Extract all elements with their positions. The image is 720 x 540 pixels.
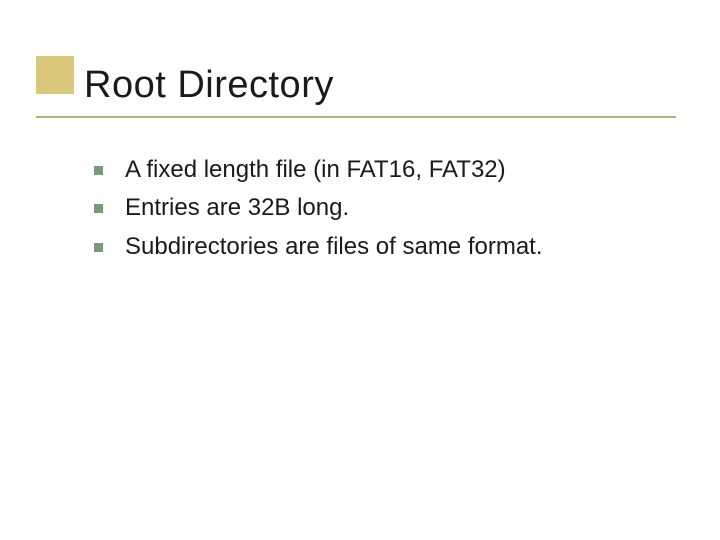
title-underline: [36, 116, 676, 118]
title-bar: Root Directory: [36, 70, 676, 120]
bullet-text: Entries are 32B long.: [125, 192, 349, 224]
square-bullet-icon: [94, 204, 103, 213]
bullet-text: A fixed length file (in FAT16, FAT32): [125, 154, 506, 186]
slide: Root Directory A fixed length file (in F…: [0, 0, 720, 540]
square-bullet-icon: [94, 243, 103, 252]
list-item: Subdirectories are files of same format.: [94, 231, 674, 263]
bullet-text: Subdirectories are files of same format.: [125, 231, 543, 263]
title-accent-block: [36, 56, 74, 94]
slide-title: Root Directory: [84, 64, 334, 107]
body-content: A fixed length file (in FAT16, FAT32) En…: [94, 154, 674, 269]
list-item: A fixed length file (in FAT16, FAT32): [94, 154, 674, 186]
square-bullet-icon: [94, 166, 103, 175]
list-item: Entries are 32B long.: [94, 192, 674, 224]
